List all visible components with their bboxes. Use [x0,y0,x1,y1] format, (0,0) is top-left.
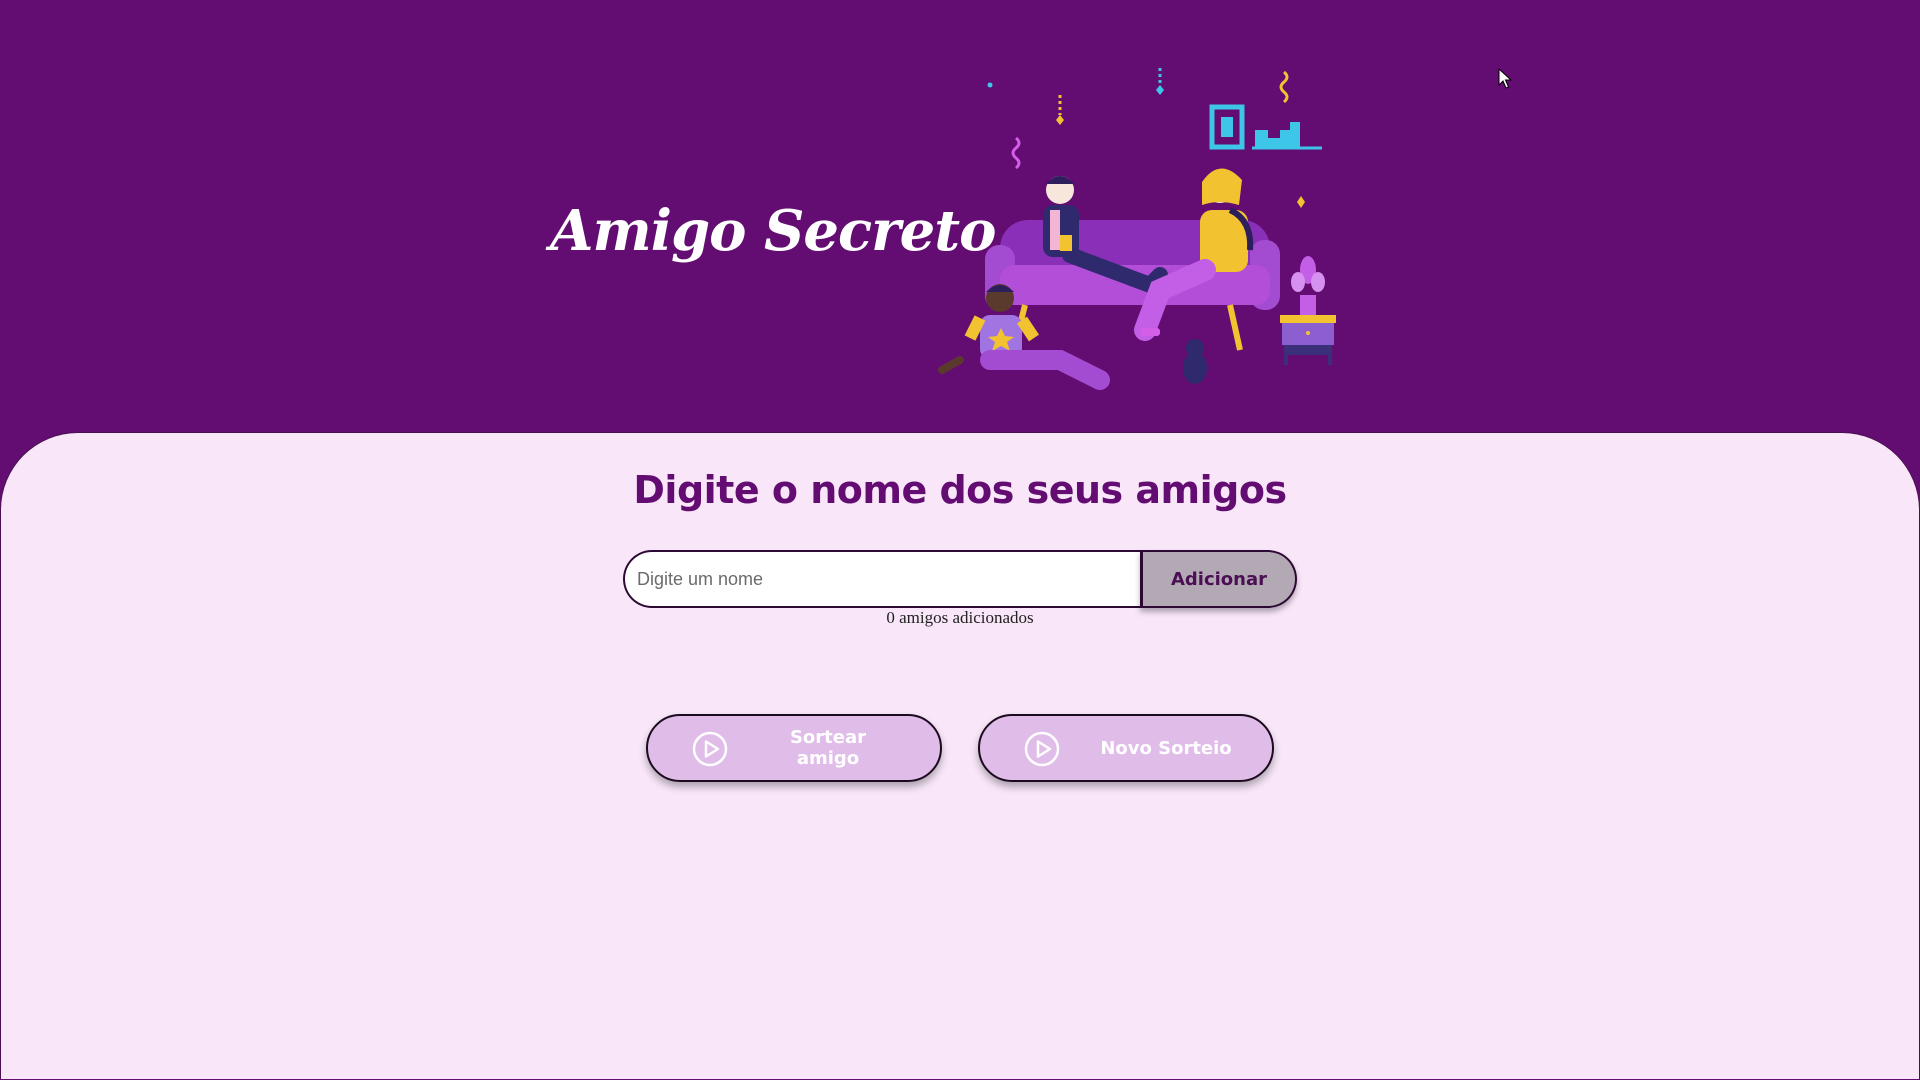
friends-party-illustration [938,68,1336,390]
play-circle-icon [1024,731,1060,767]
friend-name-input[interactable] [623,550,1143,608]
friends-count-text: 0 amigos adicionados [886,608,1034,627]
header-banner: Amigo Secreto [0,0,1920,440]
draw-friend-button[interactable]: Sortear amigo [646,714,942,782]
app-page: Amigo Secreto Digite o nome dos seus ami… [0,0,1920,1080]
draw-friend-button-label: Sortear amigo [789,727,867,769]
new-draw-button-label: Novo Sorteio [1100,737,1232,759]
section-heading: Digite o nome dos seus amigos [633,468,1287,512]
add-friend-form: Adicionar [623,550,1297,608]
mouse-cursor-icon [1498,68,1512,89]
new-draw-button[interactable]: Novo Sorteio [978,714,1274,782]
main-panel [0,432,1920,1079]
play-circle-icon [692,731,728,767]
app-title: Amigo Secreto [550,198,996,264]
add-button[interactable]: Adicionar [1140,550,1297,608]
